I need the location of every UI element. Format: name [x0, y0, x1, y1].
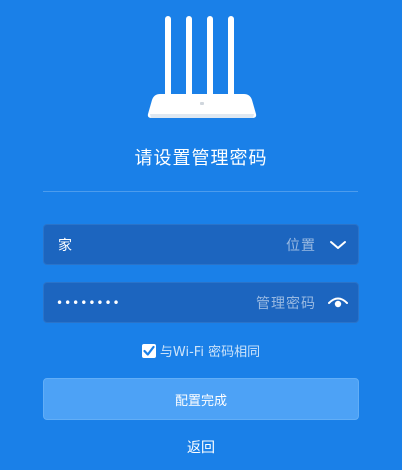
- page-title: 请设置管理密码: [134, 148, 268, 169]
- location-select[interactable]: 家 位置: [43, 224, 359, 265]
- eye-icon[interactable]: [328, 293, 348, 313]
- same-as-wifi-checkbox[interactable]: [141, 343, 156, 358]
- divider: [43, 191, 358, 192]
- password-hint: 管理密码: [256, 295, 316, 312]
- chevron-down-icon[interactable]: [328, 235, 348, 255]
- back-link[interactable]: 返回: [0, 437, 402, 457]
- checkmark-icon: [143, 345, 155, 356]
- same-as-wifi-label: 与Wi-Fi 密码相同: [159, 345, 261, 360]
- password-value: ••••••••: [56, 295, 121, 310]
- location-hint: 位置: [286, 237, 316, 254]
- location-value: 家: [58, 237, 72, 254]
- router-illustration: [147, 16, 257, 118]
- same-as-wifi-option[interactable]: 与Wi-Fi 密码相同: [0, 341, 402, 360]
- password-input[interactable]: •••••••• 管理密码: [43, 282, 359, 323]
- finish-config-button[interactable]: 配置完成: [43, 378, 359, 420]
